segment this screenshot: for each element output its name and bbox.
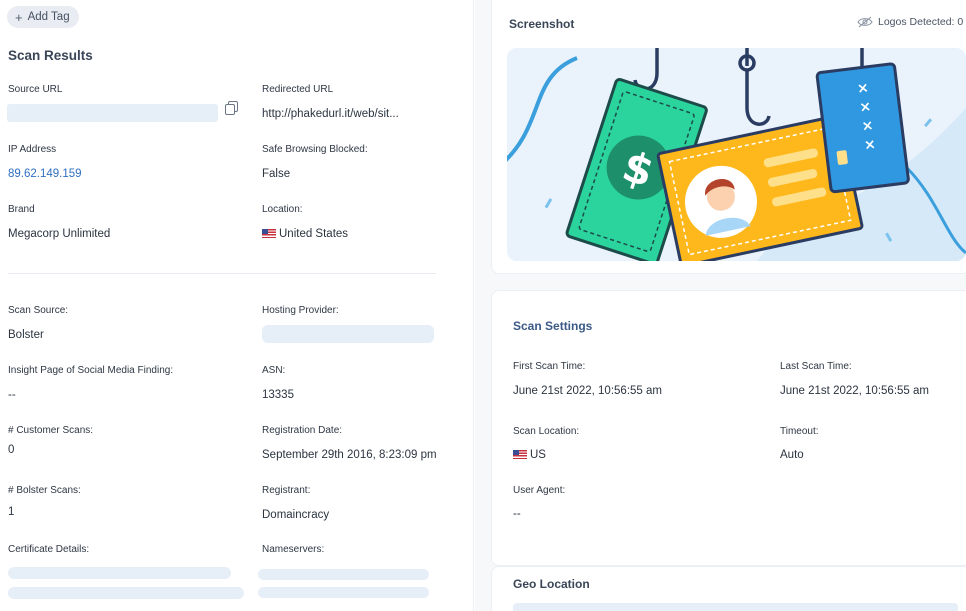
registrant-value: Domaincracy: [262, 509, 330, 521]
location-text: United States: [279, 228, 349, 240]
asn-label: ASN:: [262, 365, 286, 376]
eye-slash-icon: [857, 16, 873, 28]
certificate-details-label: Certificate Details:: [8, 544, 90, 555]
safe-browsing-label: Safe Browsing Blocked:: [262, 144, 368, 155]
geo-location-title: Geo Location: [513, 577, 590, 591]
add-tag-button[interactable]: + Add Tag: [7, 6, 79, 28]
nameservers-placeholder: [258, 587, 429, 598]
scan-location-label: Scan Location:: [513, 426, 580, 437]
customer-scans-label: # Customer Scans:: [8, 425, 94, 436]
customer-scans-value: 0: [8, 444, 15, 456]
ip-address-link[interactable]: 89.62.149.159: [8, 168, 82, 180]
phishing-illustration: $ × × × ×: [507, 48, 966, 261]
bolster-scans-value: 1: [8, 506, 15, 518]
nameservers-placeholder: [258, 569, 429, 580]
certificate-placeholder: [8, 587, 244, 599]
brand-value: Megacorp Unlimited: [8, 228, 111, 240]
scan-results-title: Scan Results: [8, 48, 93, 63]
first-scan-label: First Scan Time:: [513, 361, 586, 372]
last-scan-label: Last Scan Time:: [780, 361, 852, 372]
insight-page-value: --: [8, 389, 16, 401]
brand-label: Brand: [8, 204, 35, 215]
scan-source-value: Bolster: [8, 329, 44, 341]
redirected-url-label: Redirected URL: [262, 84, 334, 95]
user-agent-label: User Agent:: [513, 485, 566, 496]
scan-results-panel: + Add Tag Scan Results Source URL Redire…: [0, 0, 474, 611]
copy-icon[interactable]: [225, 101, 239, 115]
registration-date-value: September 29th 2016, 8:23:09 pm: [262, 449, 437, 461]
timeout-value: Auto: [780, 449, 804, 461]
scan-location-text: US: [530, 449, 546, 461]
scan-location-value: US: [513, 449, 546, 461]
add-tag-label: Add Tag: [27, 11, 70, 23]
section-divider: [8, 273, 436, 274]
first-scan-value: June 21st 2022, 10:56:55 am: [513, 385, 662, 397]
card-mark: ×: [863, 136, 877, 153]
user-agent-value: --: [513, 508, 521, 520]
screenshot-image[interactable]: $ × × × ×: [507, 48, 966, 261]
registration-date-label: Registration Date:: [262, 425, 343, 436]
nameservers-label: Nameservers:: [262, 544, 325, 555]
last-scan-value: June 21st 2022, 10:56:55 am: [780, 385, 929, 397]
card-mark: ×: [861, 118, 875, 135]
geo-map-placeholder: [513, 603, 958, 611]
redirected-url-value: http://phakedurl.it/web/sit...: [262, 108, 399, 120]
us-flag-icon: [262, 229, 276, 238]
ip-address-label: IP Address: [8, 144, 57, 155]
card-mark: ×: [858, 99, 872, 116]
scan-settings-title: Scan Settings: [513, 319, 593, 333]
insight-page-label: Insight Page of Social Media Finding:: [8, 365, 174, 376]
location-label: Location:: [262, 204, 303, 215]
card-mark: ×: [856, 80, 870, 97]
logos-detected-text: Logos Detected: 0: [878, 16, 964, 28]
bolster-scans-label: # Bolster Scans:: [8, 485, 81, 496]
certificate-placeholder: [8, 567, 231, 579]
source-url-label: Source URL: [8, 84, 63, 95]
scan-source-label: Scan Source:: [8, 305, 69, 316]
timeout-label: Timeout:: [780, 426, 819, 437]
logos-detected: Logos Detected: 0: [857, 16, 963, 28]
asn-value: 13335: [262, 389, 294, 401]
source-url-value-placeholder: [7, 104, 218, 122]
hosting-provider-placeholder: [262, 325, 434, 343]
safe-browsing-value: False: [262, 168, 291, 180]
hosting-provider-label: Hosting Provider:: [262, 305, 339, 316]
screenshot-title: Screenshot: [509, 17, 575, 31]
registrant-label: Registrant:: [262, 485, 311, 496]
location-value: United States: [262, 228, 348, 240]
plus-icon: +: [15, 9, 23, 25]
us-flag-icon: [513, 450, 527, 459]
